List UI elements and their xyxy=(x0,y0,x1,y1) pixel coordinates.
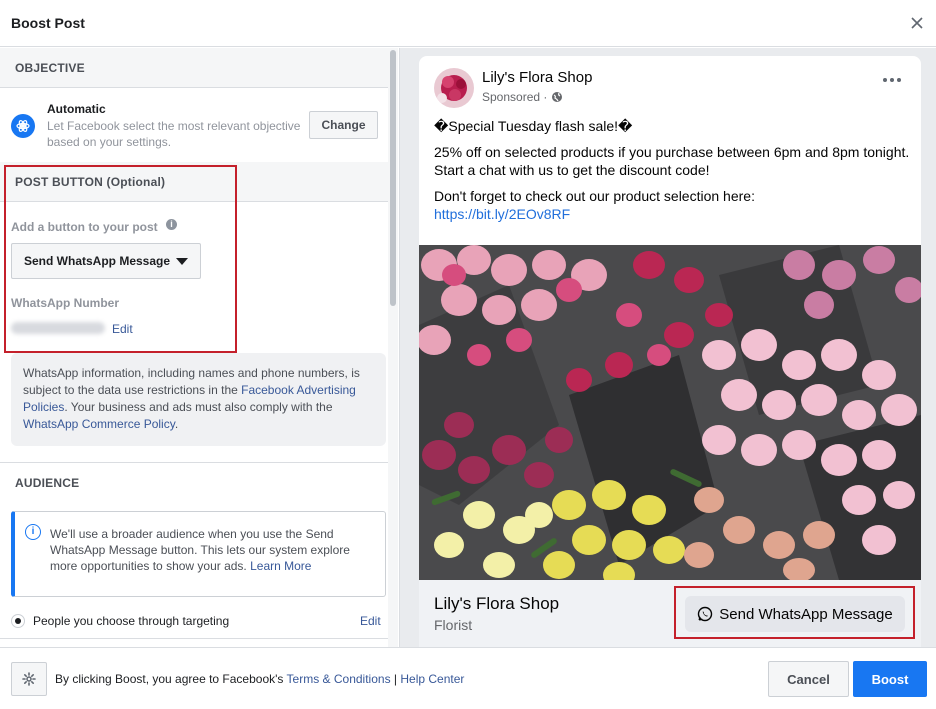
sponsored-text: Sponsored · xyxy=(482,90,548,104)
cancel-button[interactable]: Cancel xyxy=(768,661,849,697)
whatsapp-policy-notice: WhatsApp information, including names an… xyxy=(11,353,386,446)
cta-category: Florist xyxy=(434,617,473,633)
post-line: Don't forget to check out our product se… xyxy=(434,187,755,204)
tulip-bouquets-image xyxy=(419,245,921,580)
sponsored-label: Sponsored · xyxy=(482,90,563,104)
page-avatar[interactable] xyxy=(434,68,474,108)
post-button-highlight xyxy=(4,165,237,353)
info-circle-icon: i xyxy=(25,524,41,540)
post-message: �Special Tuesday flash sale!� 25% off on… xyxy=(434,117,914,231)
post-line: 25% off on selected products if you purc… xyxy=(434,143,910,179)
scroll-thumb[interactable] xyxy=(390,50,396,306)
dialog-title: Boost Post xyxy=(11,15,85,31)
objective-section-title: OBJECTIVE xyxy=(0,48,388,88)
terms-link[interactable]: Terms & Conditions xyxy=(287,672,391,686)
globe-icon xyxy=(552,92,563,102)
help-center-link[interactable]: Help Center xyxy=(400,672,464,686)
settings-button[interactable] xyxy=(11,662,47,696)
audience-info-card: i We'll use a broader audience when you … xyxy=(11,511,386,597)
cta-bar: Lily's Flora Shop Florist Send WhatsApp … xyxy=(419,580,921,647)
dialog-header: Boost Post xyxy=(0,0,936,47)
page-name[interactable]: Lily's Flora Shop xyxy=(482,69,592,86)
gear-icon xyxy=(22,672,36,686)
terms-prefix: By clicking Boost, you agree to Facebook… xyxy=(55,672,287,686)
notice-text: . xyxy=(174,417,179,431)
cta-highlight xyxy=(674,586,915,639)
audience-section-title: AUDIENCE xyxy=(0,462,388,502)
post-link[interactable]: https://bit.ly/2EOv8RF xyxy=(434,205,914,224)
separator: | xyxy=(390,672,401,686)
edit-audience-link[interactable]: Edit xyxy=(360,614,381,628)
commerce-policy-link[interactable]: WhatsApp Commerce Policy xyxy=(23,417,175,431)
notice-text: . Your business and ads must also comply… xyxy=(64,400,333,414)
post-preview: Lily's Flora Shop Sponsored · �Special T… xyxy=(419,56,921,647)
objective-automatic-icon xyxy=(11,114,35,138)
objective-name: Automatic xyxy=(47,102,106,116)
objective-description: Let Facebook select the most relevant ob… xyxy=(47,119,301,149)
learn-more-link[interactable]: Learn More xyxy=(250,559,311,573)
audience-option-label: People you choose through targeting xyxy=(33,614,230,628)
dialog-footer: By clicking Boost, you agree to Facebook… xyxy=(0,647,936,709)
cta-page-name: Lily's Flora Shop xyxy=(434,594,560,613)
post-line: �Special Tuesday flash sale!� xyxy=(434,118,633,134)
more-options-icon[interactable] xyxy=(883,78,901,82)
divider xyxy=(0,638,388,639)
change-objective-button[interactable]: Change xyxy=(309,111,378,139)
preview-pane: Lily's Flora Shop Sponsored · �Special T… xyxy=(399,48,936,647)
audience-targeting-radio[interactable] xyxy=(11,614,25,628)
boost-button[interactable]: Boost xyxy=(853,661,927,697)
left-pane-scrollbar[interactable] xyxy=(388,48,398,647)
settings-pane: OBJECTIVE Automatic Let Facebook select … xyxy=(0,48,398,647)
terms-notice: By clicking Boost, you agree to Facebook… xyxy=(55,672,464,686)
close-icon[interactable] xyxy=(906,12,928,34)
